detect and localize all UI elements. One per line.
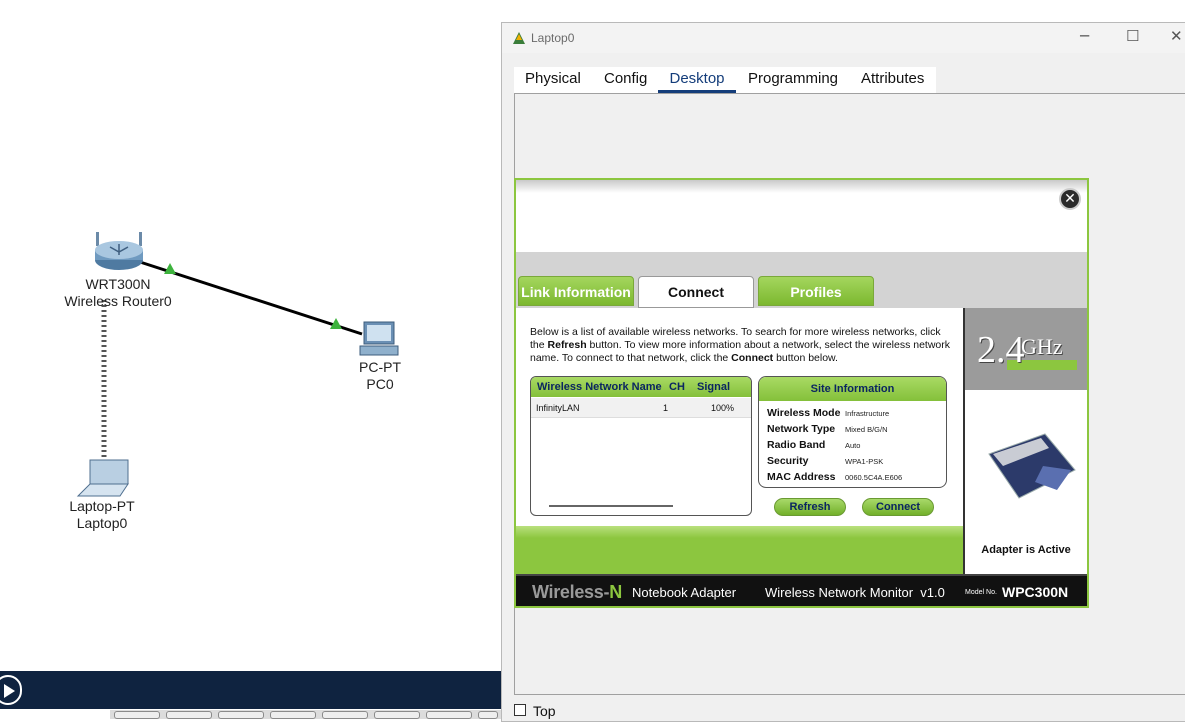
status-divider: [963, 526, 965, 574]
top-checkbox-label: Top: [533, 703, 556, 719]
security-value: WPA1-PSK: [845, 457, 884, 466]
device-category-button[interactable]: [114, 711, 160, 719]
network-channel: 1: [663, 403, 669, 413]
network-signal: 100%: [711, 403, 735, 413]
monitor-version: Wireless Network Monitor v1.0: [765, 585, 945, 600]
device-category-button[interactable]: [322, 711, 368, 719]
link-status-up-icon: [164, 263, 176, 274]
device-toolbar: [110, 710, 502, 719]
product-footer: Wireless-N Notebook Adapter Wireless Net…: [516, 574, 1087, 606]
panel-header: [516, 180, 1087, 252]
network-list: Wireless Network Name CH Signal Infinity…: [530, 376, 752, 516]
pc-name: PC0: [366, 376, 394, 392]
network-list-header: Wireless Network Name CH Signal: [531, 377, 751, 397]
column-header-signal: Signal: [697, 381, 731, 393]
model-number: WPC300N: [1002, 584, 1069, 600]
adapter-status: Adapter is Active: [981, 544, 1071, 556]
connect-instructions: Below is a list of available wireless ne…: [530, 326, 951, 364]
laptop-model: Laptop-PT: [69, 498, 135, 514]
close-icon[interactable]: ✕: [1059, 188, 1081, 210]
pc-wireless-panel: ✕ Link Information Connect Profiles Belo…: [514, 178, 1089, 608]
laptop-icon[interactable]: [76, 458, 132, 498]
network-type-value: Mixed B/G/N: [845, 425, 888, 434]
top-checkbox[interactable]: [514, 704, 526, 716]
simulation-bar: [0, 671, 502, 709]
laptop-label: Laptop-PT Laptop0: [52, 498, 152, 532]
security-label: Security: [767, 455, 809, 467]
radio-band-label: Radio Band: [767, 439, 826, 451]
window-title: Laptop0: [531, 31, 575, 45]
device-category-button[interactable]: [478, 711, 498, 719]
network-type-label: Network Type: [767, 423, 836, 435]
tab-programming[interactable]: Programming: [748, 67, 838, 93]
pc-model: PC-PT: [359, 359, 401, 375]
topology-links: [101, 260, 363, 458]
tab-connect[interactable]: Connect: [638, 276, 754, 308]
tab-profiles[interactable]: Profiles: [758, 276, 874, 306]
pc-label: PC-PT PC0: [338, 359, 422, 393]
refresh-button[interactable]: Refresh: [774, 498, 846, 516]
connect-button[interactable]: Connect: [862, 498, 934, 516]
tab-link-information[interactable]: Link Information: [518, 276, 634, 306]
window-titlebar[interactable]: Laptop0 ─ ☐ ✕: [502, 23, 1185, 53]
band-badge: 2.4 GHz: [965, 308, 1087, 390]
device-category-button[interactable]: [270, 711, 316, 719]
radio-band-value: Auto: [845, 441, 861, 450]
column-header-channel: CH: [669, 381, 685, 393]
site-information: Site Information Wireless Mode Infrastru…: [758, 376, 947, 488]
device-category-button[interactable]: [426, 711, 472, 719]
window-tabs: Physical Config Desktop Programming Attr…: [514, 67, 936, 93]
router-icon[interactable]: [92, 232, 146, 272]
column-header-network-name: Wireless Network Name: [537, 381, 662, 393]
product-name: Notebook Adapter: [632, 585, 737, 600]
network-row[interactable]: InfinityLAN 1 100%: [531, 398, 751, 418]
router-label: WRT300N Wireless Router0: [58, 276, 178, 310]
network-list-scrollbar[interactable]: [549, 505, 673, 507]
packet-tracer-icon: [513, 32, 525, 44]
router-name: Wireless Router0: [64, 293, 172, 309]
wireless-n-logo: Wireless-N: [532, 582, 622, 602]
maximize-icon[interactable]: ☐: [1126, 27, 1139, 45]
tab-config[interactable]: Config: [604, 67, 647, 93]
wireless-mode-label: Wireless Mode: [767, 407, 841, 419]
connect-pane: Below is a list of available wireless ne…: [516, 308, 963, 526]
pc-icon[interactable]: [358, 320, 402, 360]
wireless-mode-value: Infrastructure: [845, 409, 890, 418]
device-category-button[interactable]: [218, 711, 264, 719]
mac-address-value: 0060.5C4A.E606: [845, 473, 903, 482]
site-information-title: Site Information: [759, 377, 946, 401]
band-value: 2.4: [977, 329, 1025, 371]
band-unit: GHz: [1021, 334, 1063, 359]
pc-card-adapter-icon: [988, 433, 1076, 499]
topology-canvas[interactable]: WRT300N Wireless Router0 PC-PT PC0 Lapto…: [0, 0, 500, 660]
wireless-tabbar: Link Information Connect Profiles: [516, 252, 1087, 308]
device-category-button[interactable]: [374, 711, 420, 719]
model-label: Model No.: [965, 589, 997, 596]
laptop-name: Laptop0: [76, 515, 128, 531]
device-category-button[interactable]: [166, 711, 212, 719]
minimize-icon[interactable]: ─: [1080, 27, 1089, 45]
router-model: WRT300N: [85, 276, 151, 292]
mac-address-label: MAC Address: [767, 471, 836, 483]
tab-attributes[interactable]: Attributes: [861, 67, 924, 93]
close-window-icon[interactable]: ✕: [1170, 27, 1183, 45]
tab-physical[interactable]: Physical: [525, 67, 581, 93]
tab-desktop[interactable]: Desktop: [658, 67, 736, 93]
network-name: InfinityLAN: [536, 403, 580, 413]
